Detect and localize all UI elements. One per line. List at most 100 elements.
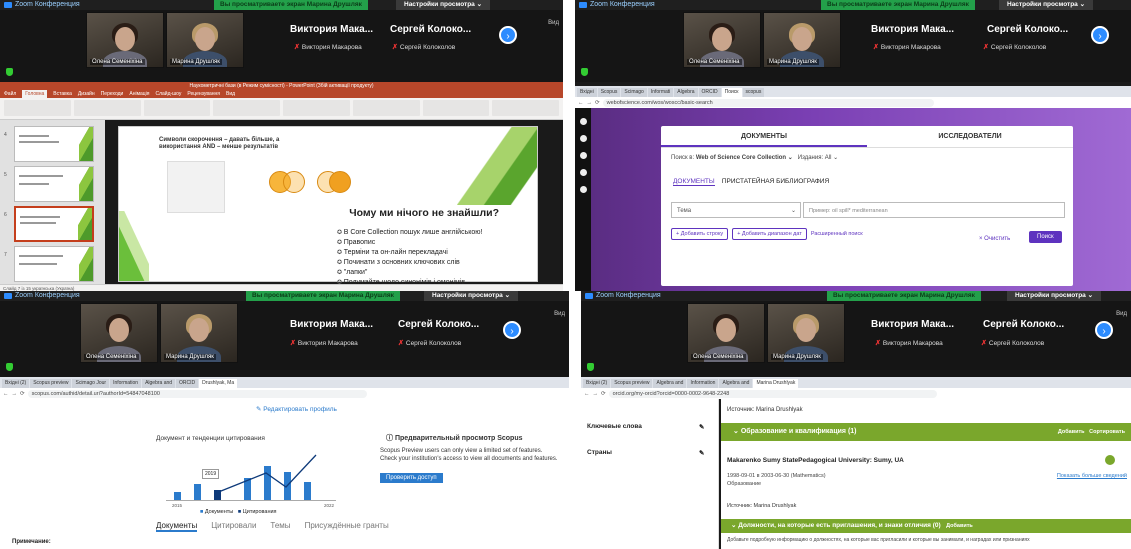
video-tile[interactable]: Марина Друшляк — [160, 303, 238, 363]
next-page-button[interactable]: › — [503, 321, 521, 339]
back-icon[interactable]: ← — [584, 391, 590, 397]
subtab-cited-references[interactable]: ПРИСТАТЕЙНАЯ БИБЛИОГРАФИЯ — [722, 178, 829, 185]
section-invited-positions[interactable]: ⌄ Должности, на которые есть приглашения… — [721, 519, 1131, 533]
ppt-tab[interactable]: Головна — [22, 90, 48, 98]
browser-tab[interactable]: Marina Drushlyak — [753, 379, 799, 388]
check-access-button[interactable]: Проверить доступ — [380, 473, 443, 483]
collection-select[interactable]: Web of Science Core Collection ⌄ — [696, 155, 793, 161]
ppt-tab[interactable]: Переходи — [101, 90, 124, 98]
clear-button[interactable]: × Очистить — [979, 236, 1010, 242]
browser-tab[interactable]: Scopus preview — [611, 379, 653, 388]
edit-pencil-icon[interactable]: ✎ — [699, 423, 704, 431]
view-options-button[interactable]: Настройки просмотра ⌄ — [1007, 291, 1102, 301]
browser-tab[interactable]: Informati — [647, 88, 674, 97]
browser-tab[interactable]: Information — [110, 379, 142, 388]
visibility-toggle[interactable] — [1105, 455, 1115, 465]
video-tile[interactable]: Олена Семенiхiна — [80, 303, 158, 363]
browser-tab[interactable]: Algebra and — [719, 379, 753, 388]
preview-title: ⓘ Предварительный просмотр Scopus — [386, 435, 523, 442]
field-select[interactable]: Тема ⌄ — [671, 202, 801, 218]
view-options-button[interactable]: Настройки просмотра ⌄ — [999, 0, 1094, 10]
editions-select[interactable]: Издания: All ⌄ — [798, 155, 838, 161]
view-options-button[interactable]: Настройки просмотра ⌄ — [424, 291, 519, 301]
next-page-button[interactable]: › — [1095, 321, 1113, 339]
add-date-range-button[interactable]: + Добавить диапазон дат — [732, 228, 807, 240]
tab-topics[interactable]: Темы — [270, 521, 290, 532]
search-button[interactable]: Поиск — [1029, 231, 1062, 243]
edit-profile-link[interactable]: ✎ Редактировать профиль — [256, 405, 337, 413]
slide-thumbnail[interactable] — [14, 166, 94, 202]
add-button[interactable]: Добавить — [1058, 429, 1085, 435]
tab-documents[interactable]: Документы — [156, 521, 198, 532]
menu-icon[interactable] — [579, 118, 587, 125]
ppt-tab[interactable]: Анімація — [129, 90, 149, 98]
browser-tab[interactable]: Вхідні — [577, 88, 597, 97]
advanced-search-link[interactable]: Расширенный поиск — [811, 231, 863, 237]
ppt-tab[interactable]: Вставка — [53, 90, 72, 98]
browser-tab[interactable]: Вхідні (2) — [2, 379, 30, 388]
slide-thumbnail[interactable] — [14, 206, 94, 242]
section-education[interactable]: ⌄ Образование и квалификация (1) Добавить… — [721, 423, 1131, 441]
browser-tab[interactable]: Вхідні (2) — [583, 379, 611, 388]
video-tile[interactable]: Марина Друшляк — [763, 12, 841, 68]
ppt-tab[interactable]: Рецензування — [187, 90, 220, 98]
next-page-button[interactable]: › — [1091, 26, 1109, 44]
address-bar[interactable]: orcid.org/my-orcid?orcid=0000-0002-9648-… — [608, 389, 937, 398]
browser-tab[interactable]: ORCID — [698, 88, 721, 97]
browser-tab[interactable]: Algebra and — [142, 379, 176, 388]
tab-documents[interactable]: ДОКУМЕНТЫ — [661, 126, 867, 147]
video-tile[interactable]: Олена Семенiхiна — [687, 303, 765, 363]
tab-grants[interactable]: Присуждённые гранты — [305, 521, 389, 532]
browser-tab[interactable]: Algebra and — [653, 379, 687, 388]
back-icon[interactable]: ← — [578, 100, 584, 106]
slide-thumbnail[interactable] — [14, 246, 94, 282]
browser-tab[interactable]: Drushlyak, Ma — [199, 379, 238, 388]
address-bar[interactable]: webofscience.com/wos/woscc/basic-search — [602, 98, 935, 107]
browser-tab[interactable]: Поиск — [721, 88, 742, 97]
browser-tab[interactable]: Algebra — [674, 88, 698, 97]
alerts-icon[interactable] — [579, 152, 587, 159]
browser-tab[interactable]: Scopus — [597, 88, 621, 97]
reload-icon[interactable]: ⟳ — [20, 391, 25, 397]
view-options-button[interactable]: Настройки просмотра ⌄ — [396, 0, 491, 10]
view-button[interactable]: Вид — [548, 20, 559, 26]
slide-canvas[interactable]: Символи скорочення – давать більше, а ви… — [118, 126, 538, 286]
bell-icon[interactable] — [579, 186, 587, 193]
reload-icon[interactable]: ⟳ — [595, 100, 600, 106]
subtab-documents[interactable]: ДОКУМЕНТЫ — [673, 178, 715, 186]
add-row-button[interactable]: + Добавить строку — [671, 228, 729, 240]
search-input[interactable]: Пример: oil spill* mediterranean — [803, 202, 1065, 218]
video-tile[interactable]: Марина Друшляк — [166, 12, 244, 68]
history-icon[interactable] — [579, 135, 587, 142]
address-bar[interactable]: scopus.com/authid/detail.uri?authorId=54… — [27, 389, 368, 398]
ppt-tab[interactable]: Дизайн — [78, 90, 95, 98]
add-button[interactable]: Добавить — [946, 523, 973, 529]
browser-tab[interactable]: Information — [687, 379, 719, 388]
browser-tab[interactable]: scopus — [742, 88, 765, 97]
tab-researchers[interactable]: ИССЛЕДОВАТЕЛИ — [867, 126, 1073, 147]
show-more-link[interactable]: Показать больше сведений — [1057, 473, 1127, 479]
ppt-tab[interactable]: Вид — [226, 90, 235, 98]
forward-icon[interactable]: → — [587, 100, 593, 106]
ppt-tab[interactable]: Слайд-шоу — [155, 90, 181, 98]
reload-icon[interactable]: ⟳ — [601, 391, 606, 397]
back-icon[interactable]: ← — [3, 391, 9, 397]
edit-pencil-icon[interactable]: ✎ — [699, 449, 704, 457]
browser-tab[interactable]: ORCID — [176, 379, 199, 388]
browser-tab[interactable]: Scimago — [621, 88, 647, 97]
view-button[interactable]: Вид — [554, 311, 565, 317]
browser-tab[interactable]: Scimago Jour — [72, 379, 110, 388]
slide-thumbnail[interactable] — [14, 126, 94, 162]
next-page-button[interactable]: › — [499, 26, 517, 44]
video-tile[interactable]: Марина Друшляк — [767, 303, 845, 363]
view-button[interactable]: Вид — [1116, 311, 1127, 317]
forward-icon[interactable]: → — [12, 391, 18, 397]
sort-button[interactable]: Сортировать — [1089, 429, 1125, 435]
tab-cited-by[interactable]: Цитировали — [211, 521, 256, 532]
browser-tab[interactable]: Scopus preview — [30, 379, 72, 388]
user-icon[interactable] — [579, 169, 587, 176]
video-tile[interactable]: Олена Семенiхiна — [683, 12, 761, 68]
forward-icon[interactable]: → — [593, 391, 599, 397]
video-tile[interactable]: Олена Семенiхiна — [86, 12, 164, 68]
ppt-tab[interactable]: Файл — [4, 90, 16, 98]
